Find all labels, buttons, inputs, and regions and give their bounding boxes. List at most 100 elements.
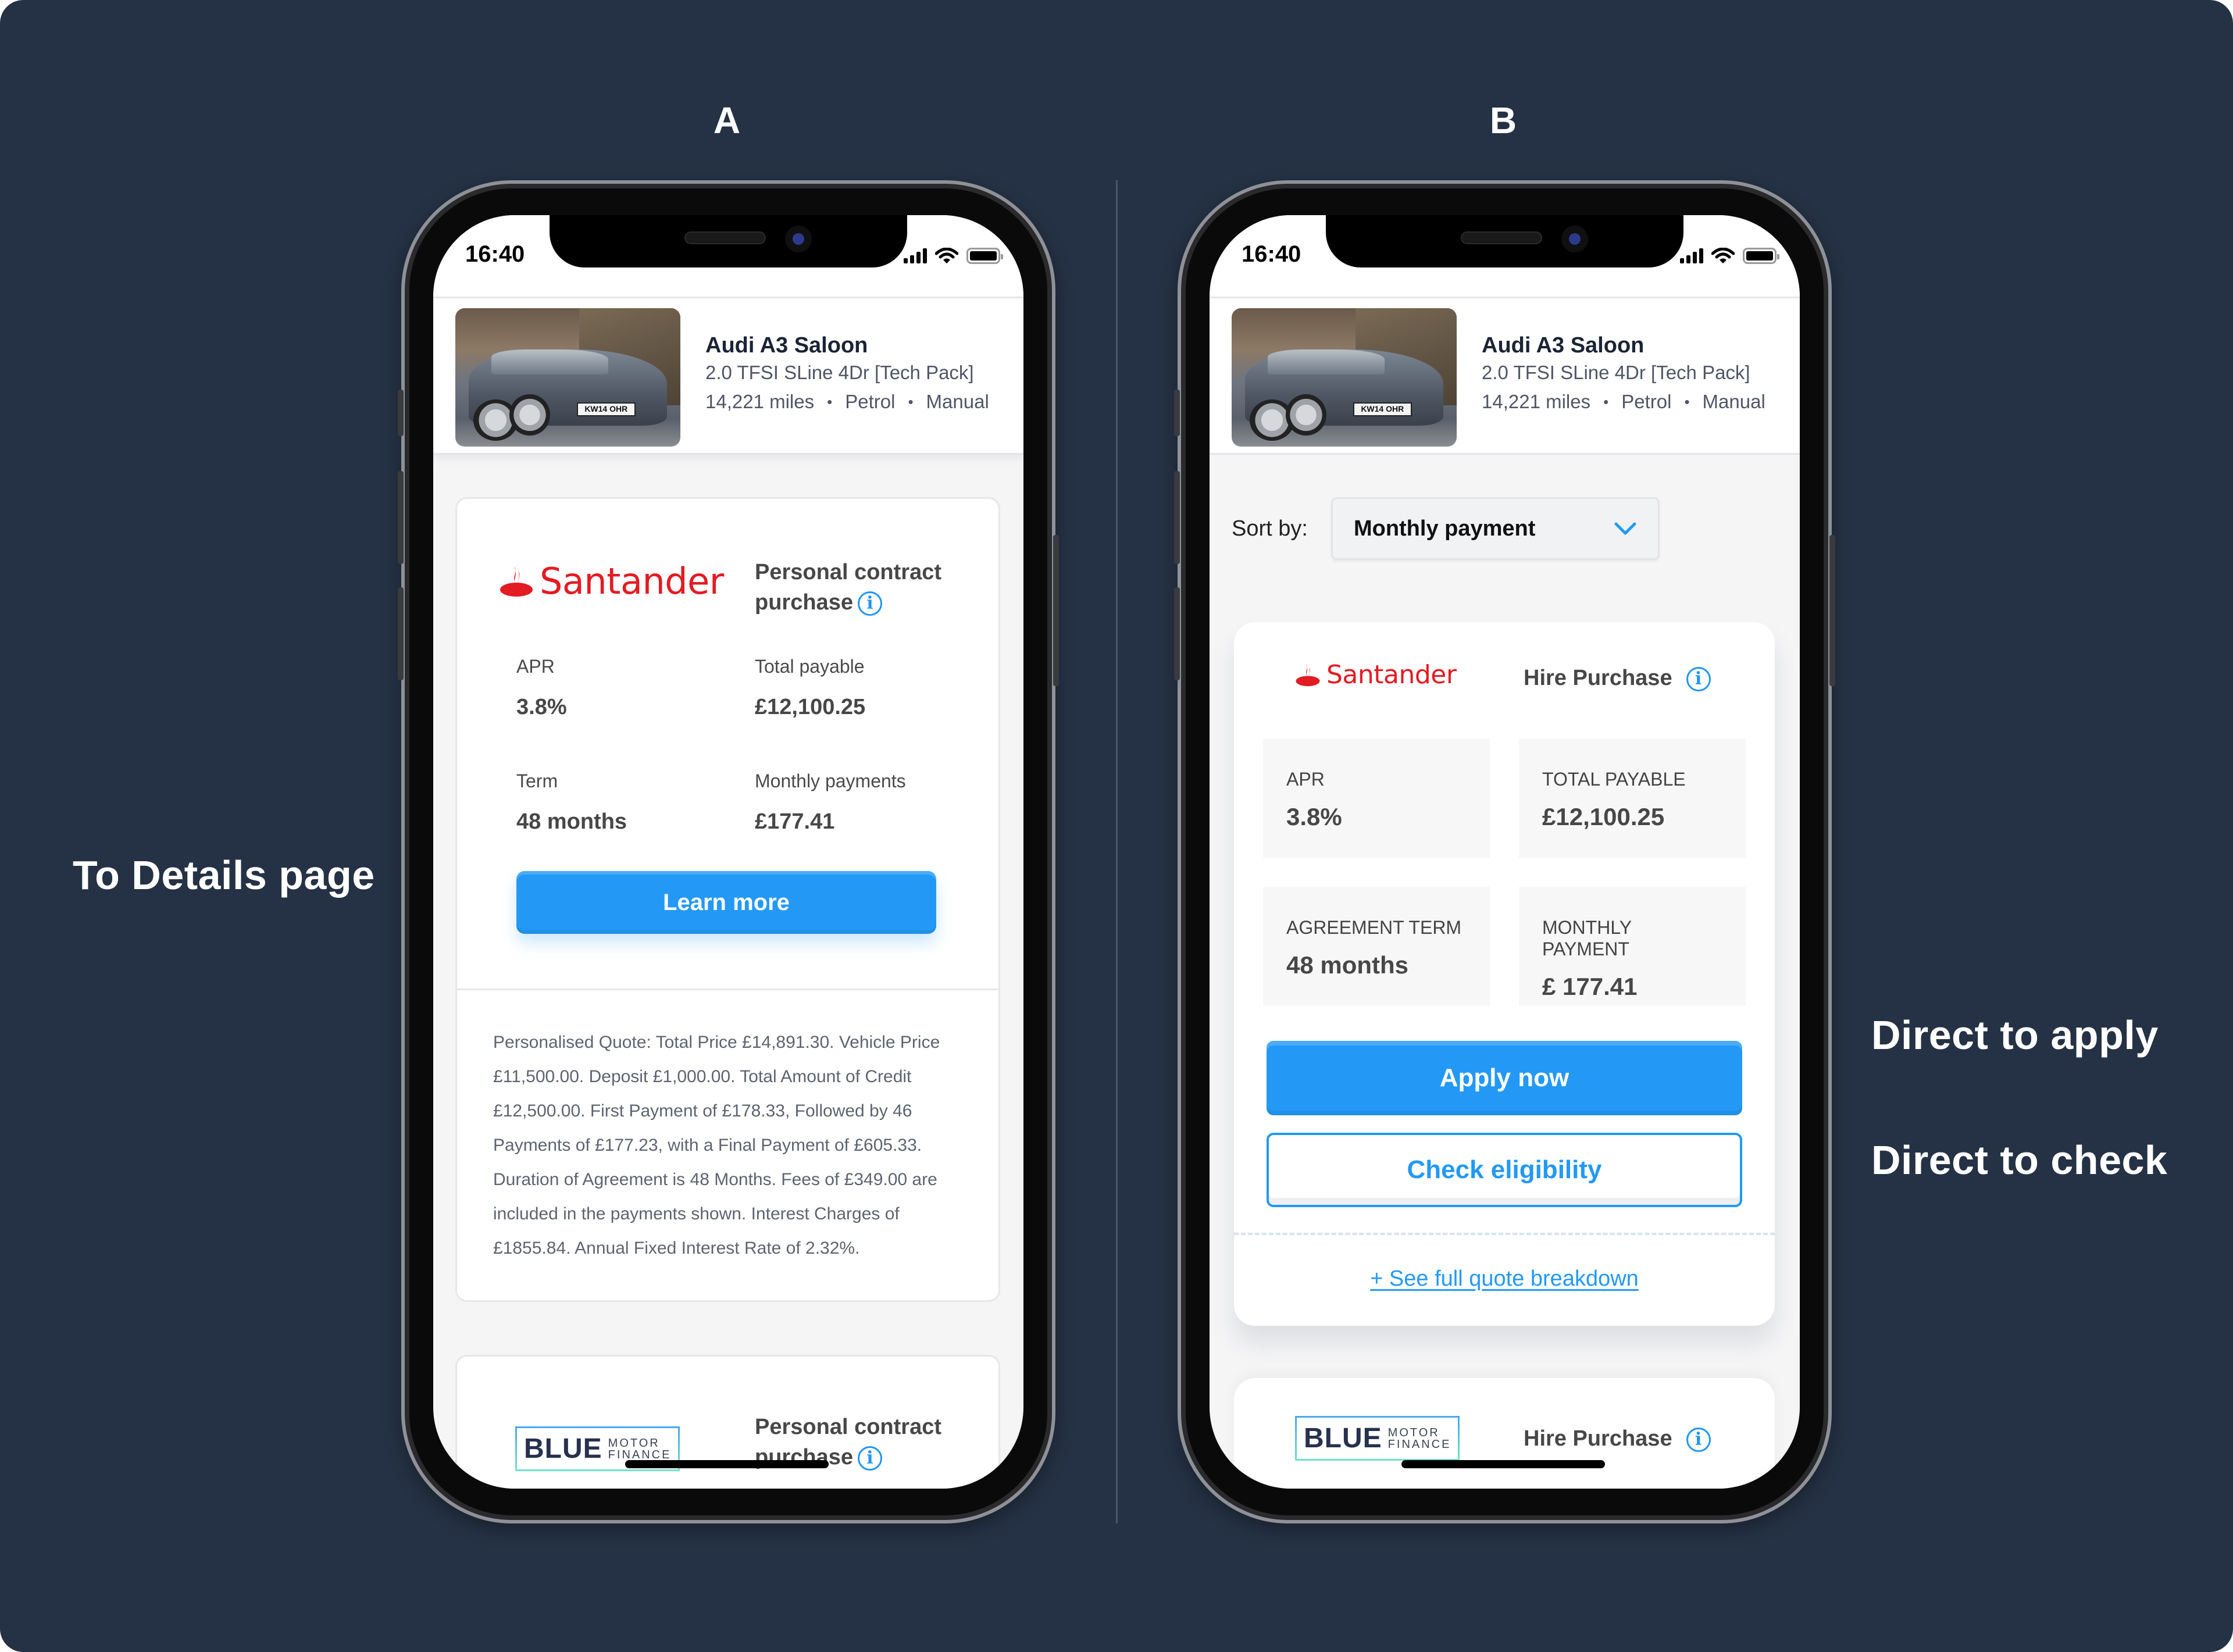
info-icon[interactable]: i <box>1686 1427 1711 1452</box>
car-photo: KW14 OHR <box>455 308 680 447</box>
annotation-direct-apply: Direct to apply <box>1871 1012 2159 1058</box>
car-fuel: Petrol <box>1621 391 1672 412</box>
car-info: Audi A3 Saloon 2.0 TFSI SLine 4Dr [Tech … <box>1482 333 1765 413</box>
quote-card-blue-motor: BLUE MOTOR FINANCE Hire Purchase i <box>1234 1378 1775 1489</box>
car-title: Audi A3 Saloon <box>705 333 868 358</box>
car-transmission: Manual <box>1702 391 1765 412</box>
stat-value: 3.8% <box>516 695 567 719</box>
notch <box>1326 215 1683 267</box>
volume-up-button <box>398 471 404 564</box>
quote-card-blue-motor: BLUE MOTOR FINANCE Personal contract purc… <box>455 1355 1000 1489</box>
stat-tile-apr: APR 3.8% <box>1263 738 1490 858</box>
wifi-icon <box>935 248 958 263</box>
product-title: Hire Purchase i <box>1524 1423 1711 1454</box>
quote-card-santander: Santander Personal contract purchase i AP… <box>455 497 1000 1302</box>
logo-text-finance: FINANCE <box>608 1448 672 1461</box>
sort-selected-value: Monthly payment <box>1353 516 1536 541</box>
car-transmission: Manual <box>926 391 989 412</box>
camera-icon <box>1561 226 1588 252</box>
status-time: 16:40 <box>465 241 525 267</box>
wifi-icon <box>1711 248 1735 263</box>
quote-card-santander: Santander Hire Purchase i APR 3.8% TOTAL … <box>1234 622 1775 1326</box>
santander-logo: Santander <box>1295 660 1457 690</box>
car-info: Audi A3 Saloon 2.0 TFSI SLine 4Dr [Tech … <box>705 333 989 413</box>
bullet-separator: • <box>908 393 914 411</box>
screen-b: 16:40 KW14 OHR Audi A3 Saloon 2.0 TFSI S… <box>1210 215 1800 1489</box>
volume-down-button <box>398 587 404 680</box>
volume-down-button <box>1174 587 1180 680</box>
info-icon[interactable]: i <box>857 1446 882 1471</box>
stat-value: 3.8% <box>1286 803 1342 830</box>
home-indicator[interactable] <box>1401 1460 1605 1468</box>
sort-control: Sort by: Monthly payment <box>1232 497 1660 560</box>
annotation-direct-check: Direct to check <box>1871 1137 2168 1183</box>
product-name: Personal contract purchase <box>755 560 941 615</box>
dashed-divider <box>1234 1233 1775 1235</box>
product-name: Hire Purchase <box>1524 666 1672 690</box>
check-eligibility-button[interactable]: Check eligibility <box>1267 1133 1742 1207</box>
santander-flame-icon <box>500 566 533 597</box>
chevron-down-icon <box>1614 522 1636 535</box>
variant-a-label: A <box>713 99 741 141</box>
stat-apr: APR 3.8% <box>516 656 567 720</box>
see-full-quote-breakdown-link[interactable]: + See full quote breakdown <box>1234 1266 1775 1291</box>
stat-label: MONTHLY PAYMENT <box>1542 917 1632 959</box>
power-button <box>1829 535 1835 686</box>
phone-a: 16:40 KW14 OHR Audi A3 Saloon 2.0 TFSI S… <box>398 180 1059 1523</box>
battery-icon <box>966 248 1003 264</box>
car-title: Audi A3 Saloon <box>1482 333 1645 358</box>
variant-b-label: B <box>1489 99 1517 141</box>
sort-label: Sort by: <box>1232 516 1308 541</box>
info-icon[interactable]: i <box>1686 666 1711 691</box>
stat-label: Total payable <box>755 656 865 677</box>
car-fuel: Petrol <box>845 391 896 412</box>
status-icons <box>1680 248 1779 264</box>
car-summary: KW14 OHR Audi A3 Saloon 2.0 TFSI SLine 4… <box>1210 297 1800 455</box>
car-subtitle: 2.0 TFSI SLine 4Dr [Tech Pack] <box>705 362 974 383</box>
speaker-grille <box>684 231 766 244</box>
car-mileage: 14,221 miles <box>1482 391 1591 412</box>
product-name: Hire Purchase <box>1524 1426 1672 1451</box>
logo-text-finance: FINANCE <box>1387 1437 1451 1451</box>
santander-flame-icon <box>1296 663 1320 686</box>
phone-b: 16:40 KW14 OHR Audi A3 Saloon 2.0 TFSI S… <box>1174 180 1835 1523</box>
product-title: Personal contract purchase i <box>755 557 976 618</box>
logo-text-motor: MOTOR <box>608 1436 660 1450</box>
stat-value: £12,100.25 <box>1542 803 1665 830</box>
signal-icon <box>904 248 927 263</box>
stat-total-payable: Total payable £12,100.25 <box>755 656 865 720</box>
number-plate: KW14 OHR <box>1353 402 1412 416</box>
stat-label: AGREEMENT TERM <box>1286 917 1462 938</box>
stat-label: APR <box>1286 769 1325 790</box>
camera-icon <box>785 226 812 252</box>
stat-value: £12,100.25 <box>755 695 866 719</box>
car-meta: 14,221 miles • Petrol • Manual <box>1482 391 1765 413</box>
stat-label: Term <box>516 770 558 791</box>
sort-dropdown[interactable]: Monthly payment <box>1330 497 1660 560</box>
annotation-to-details: To Details page <box>73 852 375 898</box>
home-indicator[interactable] <box>625 1460 829 1468</box>
mute-switch <box>398 390 404 436</box>
variant-divider <box>1116 180 1118 1523</box>
car-meta: 14,221 miles • Petrol • Manual <box>705 391 989 413</box>
mute-switch <box>1174 390 1180 436</box>
quote-disclaimer: Personalised Quote: Total Price £14,891.… <box>493 1033 940 1258</box>
stat-term: Term 48 months <box>516 770 627 834</box>
battery-icon <box>1743 248 1779 264</box>
stat-value: £ 177.41 <box>1542 973 1638 1000</box>
notch <box>550 215 907 267</box>
car-mileage: 14,221 miles <box>705 391 815 412</box>
stat-value: £177.41 <box>755 809 835 834</box>
screen-a: 16:40 KW14 OHR Audi A3 Saloon 2.0 TFSI S… <box>433 215 1023 1489</box>
status-time: 16:40 <box>1242 241 1301 267</box>
apply-now-button[interactable]: Apply now <box>1267 1041 1742 1115</box>
logo-text-blue: BLUE <box>524 1433 602 1464</box>
logo-text-motor: MOTOR <box>1387 1426 1440 1439</box>
stat-value: 48 months <box>516 809 627 834</box>
volume-up-button <box>1174 471 1180 564</box>
bullet-separator: • <box>827 393 833 411</box>
stat-value: 48 months <box>1286 951 1409 979</box>
info-icon[interactable]: i <box>857 591 882 616</box>
learn-more-button[interactable]: Learn more <box>516 871 936 934</box>
logo-text-motor-finance: MOTOR FINANCE <box>1388 1427 1451 1450</box>
